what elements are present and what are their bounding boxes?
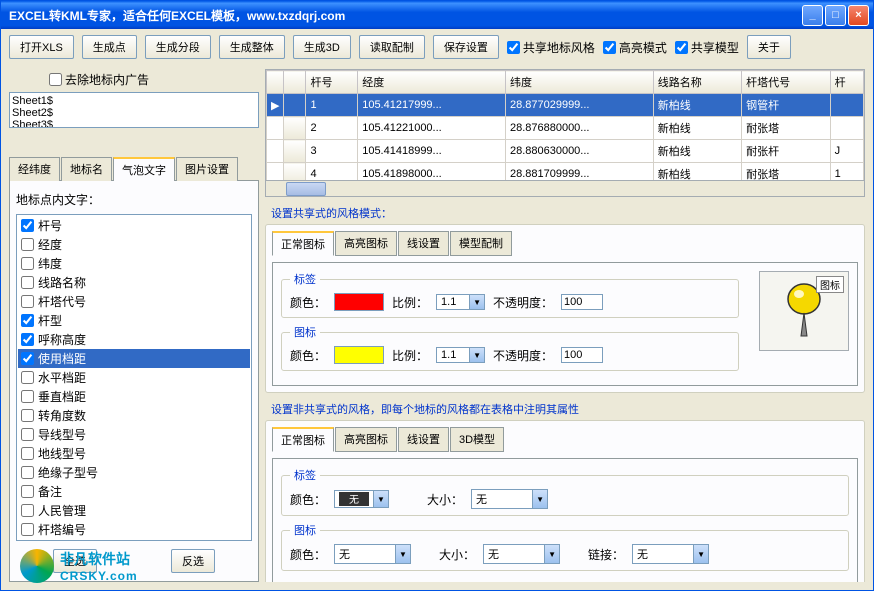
titlebar: EXCEL转KML专家，适合任何EXCEL模板，www.txzdqrj.com …	[1, 1, 873, 29]
tab-3[interactable]: 图片设置	[176, 157, 238, 181]
minimize-button[interactable]: _	[802, 5, 823, 26]
nonshared-label-legend: 标签	[290, 467, 320, 483]
table-row[interactable]: ▶1105.41217999...28.877029999...新柏线钢管杆	[267, 94, 864, 117]
chevron-down-icon: ▼	[469, 295, 484, 309]
list-item[interactable]: 杆号	[18, 216, 250, 235]
icon-opacity-input[interactable]	[561, 347, 603, 363]
subtab[interactable]: 线设置	[398, 231, 449, 256]
highlight-mode-checkbox[interactable]: 高亮模式	[603, 39, 667, 56]
chevron-down-icon: ▼	[544, 545, 559, 563]
nonshared-style-title: 设置非共享式的风格，即每个地标的风格都在表格中注明其属性	[271, 401, 865, 417]
watermark-logo: 非凡软件站 CRSKY.com	[20, 549, 138, 583]
sheet-item[interactable]: Sheet3$	[12, 119, 256, 128]
chevron-down-icon: ▼	[469, 348, 484, 362]
table-row[interactable]: 4105.41898000...28.881709999...新柏线耐张塔1	[267, 163, 864, 181]
remove-ad-checkbox[interactable]: 去除地标内广告	[49, 71, 259, 88]
list-item[interactable]: 导线型号	[18, 425, 250, 444]
tab-2[interactable]: 气泡文字	[113, 157, 175, 181]
list-item[interactable]: 杆塔代号	[18, 292, 250, 311]
list-item[interactable]: 人民管理	[18, 501, 250, 520]
list-item[interactable]: 水平档距	[18, 368, 250, 387]
logo-swirl-icon	[20, 549, 54, 583]
column-header[interactable]: 纬度	[505, 71, 653, 94]
chevron-down-icon: ▼	[532, 490, 547, 508]
label-color-swatch[interactable]	[334, 293, 384, 311]
list-item[interactable]: 线路名称	[18, 273, 250, 292]
list-item[interactable]: 呼称高度	[18, 330, 250, 349]
toolbar: 打开XLS 生成点 生成分段 生成整体 生成3D 读取配制 保存设置 共享地标风…	[1, 29, 873, 65]
label-opacity-input[interactable]	[561, 294, 603, 310]
chevron-down-icon: ▼	[373, 491, 388, 507]
shared-label-legend: 标签	[290, 271, 320, 287]
subtab[interactable]: 正常图标	[272, 427, 334, 452]
ns-icon-link-dropdown[interactable]: 无▼	[632, 544, 709, 564]
grid-h-scrollbar[interactable]	[266, 180, 864, 196]
data-grid[interactable]: 杆号经度纬度线路名称杆塔代号杆▶1105.41217999...28.87702…	[265, 69, 865, 197]
invert-button[interactable]: 反选	[171, 549, 215, 573]
sheet-item[interactable]: Sheet1$	[12, 95, 256, 107]
table-row[interactable]: 2105.41221000...28.876880000...新柏线耐张塔	[267, 117, 864, 140]
ns-label-color-dropdown[interactable]: 无▼	[334, 490, 389, 508]
column-header[interactable]: 杆塔代号	[742, 71, 830, 94]
column-header[interactable]: 线路名称	[653, 71, 741, 94]
subtab[interactable]: 模型配制	[450, 231, 512, 256]
list-item[interactable]: 转角度数	[18, 406, 250, 425]
shared-style-title: 设置共享式的风格模式：	[271, 205, 865, 221]
ns-label-size-dropdown[interactable]: 无▼	[471, 489, 548, 509]
tab-1[interactable]: 地标名	[61, 157, 112, 181]
list-item[interactable]: 杆型	[18, 311, 250, 330]
about-button[interactable]: 关于	[747, 35, 791, 59]
maximize-button[interactable]: □	[825, 5, 846, 26]
shared-icon-legend: 图标	[290, 324, 320, 340]
share-landmark-checkbox[interactable]: 共享地标风格	[507, 39, 595, 56]
list-item[interactable]: 绝缘子型号	[18, 463, 250, 482]
list-item[interactable]: 纬度	[18, 254, 250, 273]
icon-preview-button[interactable]: 图标	[759, 271, 849, 351]
list-item[interactable]: 地线型号	[18, 444, 250, 463]
shared-tabs: 正常图标高亮图标线设置模型配制	[272, 231, 858, 256]
list-item[interactable]: 杆塔编号	[18, 520, 250, 539]
window-title: EXCEL转KML专家，适合任何EXCEL模板，www.txzdqrj.com	[5, 7, 802, 24]
save-settings-button[interactable]: 保存设置	[433, 35, 499, 59]
subtab[interactable]: 线设置	[398, 427, 449, 452]
subtab[interactable]: 正常图标	[272, 231, 334, 256]
label-ratio-dropdown[interactable]: 1.1▼	[436, 294, 485, 310]
subtab[interactable]: 高亮图标	[335, 231, 397, 256]
tab-0[interactable]: 经纬度	[9, 157, 60, 181]
sheet-item[interactable]: Sheet2$	[12, 107, 256, 119]
gen-segments-button[interactable]: 生成分段	[145, 35, 211, 59]
close-button[interactable]: ×	[848, 5, 869, 26]
list-item[interactable]: 垂直档距	[18, 387, 250, 406]
left-tabs: 经纬度地标名气泡文字图片设置	[9, 156, 259, 181]
subtab[interactable]: 3D模型	[450, 427, 504, 452]
icon-color-swatch[interactable]	[334, 346, 384, 364]
chevron-down-icon: ▼	[395, 545, 410, 563]
ns-icon-size-dropdown[interactable]: 无▼	[483, 544, 560, 564]
gen-3d-button[interactable]: 生成3D	[293, 35, 351, 59]
read-config-button[interactable]: 读取配制	[359, 35, 425, 59]
sheet-list[interactable]: Sheet1$Sheet2$Sheet3$	[9, 92, 259, 128]
icon-ratio-dropdown[interactable]: 1.1▼	[436, 347, 485, 363]
list-item[interactable]: 经度	[18, 235, 250, 254]
ns-icon-color-dropdown[interactable]: 无▼	[334, 544, 411, 564]
share-model-checkbox[interactable]: 共享模型	[675, 39, 739, 56]
nonshared-icon-legend: 图标	[290, 522, 320, 538]
subtab[interactable]: 高亮图标	[335, 427, 397, 452]
gen-whole-button[interactable]: 生成整体	[219, 35, 285, 59]
column-header[interactable]: 经度	[358, 71, 506, 94]
gen-points-button[interactable]: 生成点	[82, 35, 137, 59]
check-list[interactable]: 杆号经度纬度线路名称杆塔代号杆型呼称高度使用档距水平档距垂直档距转角度数导线型号…	[16, 214, 252, 541]
table-row[interactable]: 3105.41418999...28.880630000...新柏线耐张杆J	[267, 140, 864, 163]
list-item[interactable]: 使用档距	[18, 349, 250, 368]
nonshared-tabs: 正常图标高亮图标线设置3D模型	[272, 427, 858, 452]
chevron-down-icon: ▼	[693, 545, 708, 563]
column-header[interactable]: 杆号	[306, 71, 358, 94]
list-item[interactable]: 备注	[18, 482, 250, 501]
open-xls-button[interactable]: 打开XLS	[9, 35, 74, 59]
column-header[interactable]: 杆	[830, 71, 863, 94]
point-text-label: 地标点内文字：	[16, 191, 252, 208]
